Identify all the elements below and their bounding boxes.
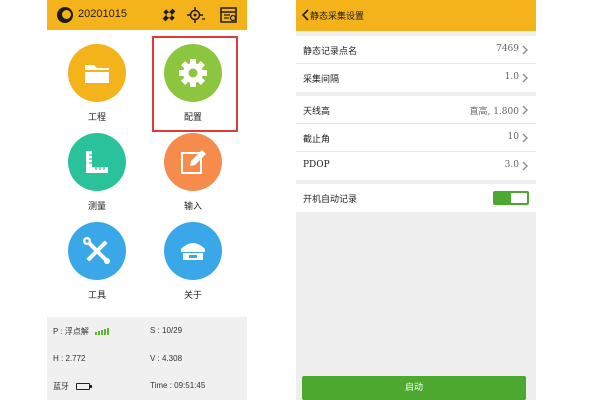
menu-tile-survey[interactable]: 测量 [57, 127, 137, 213]
chevron-right-icon [522, 73, 528, 83]
header-bar: 静态采集设置 [296, 0, 536, 31]
menu-tile-label: 工程 [87, 113, 106, 123]
main-menu-screen: 20201015 工程 配置 测量 输入 工具 关于 P: 浮点解 S: 1… [47, 0, 247, 400]
chevron-right-icon [522, 45, 528, 55]
gear-icon [164, 44, 222, 102]
menu-tile-tools[interactable]: 工具 [57, 216, 137, 302]
folder-icon [68, 44, 126, 102]
battery-icon [76, 383, 93, 391]
setting-interval[interactable]: 采集间隔 1.0 [296, 64, 536, 92]
tools-icon [68, 222, 126, 280]
ruler-icon [68, 133, 126, 191]
time-label: Time : 09:51:45 [150, 381, 206, 390]
gps-crosshair-icon[interactable] [186, 5, 206, 25]
setting-cutoff-angle[interactable]: 截止角 10 [296, 124, 536, 152]
app-logo-icon [57, 7, 73, 23]
setting-point-name[interactable]: 静态记录点名 7469 [296, 36, 536, 64]
setting-auto-record: 开机自动记录 [296, 184, 536, 212]
settings-group-antenna: 天线高 直高, 1.800 截止角 10 PDOP 3.0 [296, 96, 536, 180]
menu-tile-input[interactable]: 输入 [153, 127, 233, 213]
menu-tile-label: 配置 [183, 113, 202, 123]
data-settings-icon[interactable] [219, 5, 239, 25]
settings-group-auto: 开机自动记录 [296, 184, 536, 212]
menu-tile-about[interactable]: 关于 [153, 216, 233, 302]
solution-status: P : 浮点解 [53, 326, 110, 337]
setting-antenna-height[interactable]: 天线高 直高, 1.800 [296, 96, 536, 124]
status-panel: P : 浮点解 S : 10/29 H : 2.772 V : 4.308 蓝牙… [47, 317, 247, 400]
satellite-count: S : 10/29 [150, 326, 183, 335]
start-button[interactable]: 启动 [302, 376, 526, 400]
horizontal-precision: H : 2.772 [53, 354, 86, 363]
edit-icon [164, 133, 222, 191]
setting-pdop[interactable]: PDOP 3.0 [296, 152, 536, 180]
menu-tile-label: 输入 [183, 202, 202, 212]
signal-strength-icon [95, 328, 110, 337]
bluetooth-status: 蓝牙 [53, 381, 93, 392]
date-label: 20201015 [78, 8, 127, 20]
menu-tile-label: 工具 [87, 291, 106, 301]
menu-tile-project[interactable]: 工程 [57, 38, 137, 124]
static-collection-settings-screen: 静态采集设置 静态记录点名 7469 采集间隔 1.0 天线高 直高, 1.80… [296, 0, 536, 400]
page-title: 静态采集设置 [310, 12, 365, 22]
auto-record-toggle[interactable] [493, 191, 529, 205]
chevron-right-icon [522, 133, 528, 143]
chevron-right-icon [522, 161, 528, 171]
satellite-icon[interactable] [159, 5, 179, 25]
vertical-precision: V : 4.308 [150, 354, 183, 363]
menu-tile-config[interactable]: 配置 [152, 36, 238, 132]
chevron-right-icon [522, 105, 528, 115]
top-bar: 20201015 [47, 0, 247, 30]
menu-tile-label: 测量 [87, 202, 106, 212]
settings-group-record: 静态记录点名 7469 采集间隔 1.0 [296, 36, 536, 92]
menu-tile-label: 关于 [183, 291, 202, 301]
toggle-knob [511, 193, 527, 203]
receiver-icon [164, 222, 222, 280]
